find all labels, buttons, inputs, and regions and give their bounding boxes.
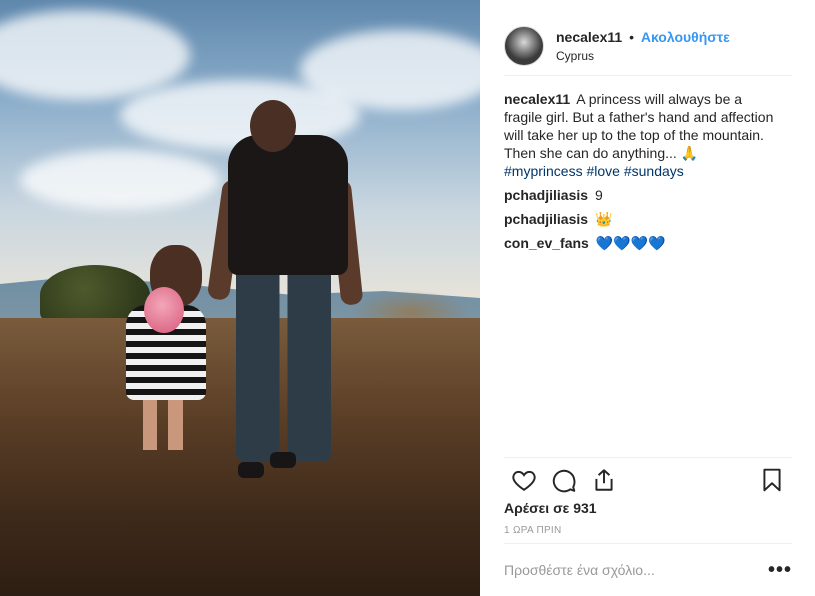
location-link[interactable]: Cyprus — [556, 48, 730, 64]
comment-item: con_ev_fans 💙💙💙💙 — [504, 234, 774, 252]
action-bar — [504, 457, 792, 501]
hashtag-link[interactable]: #myprincess — [504, 163, 583, 179]
photo-girl-legs — [143, 395, 183, 450]
comment-item: pchadjiliasis 👑 — [504, 210, 774, 228]
share-button[interactable] — [584, 460, 624, 500]
photo-shoe — [238, 462, 264, 478]
comment-username[interactable]: con_ev_fans — [504, 235, 589, 251]
add-comment-bar: ••• — [504, 543, 792, 596]
comment-input[interactable] — [504, 562, 768, 578]
share-icon — [595, 468, 613, 491]
like-button[interactable] — [504, 460, 544, 500]
comment-item: pchadjiliasis 9 — [504, 186, 774, 204]
likes-count[interactable]: Αρέσει σε 931 — [504, 500, 597, 516]
photo-cloud — [20, 150, 220, 210]
post-header: necalex11 • Ακολουθήστε Cyprus — [504, 16, 792, 76]
post-sidebar: necalex11 • Ακολουθήστε Cyprus necalex11… — [480, 0, 815, 596]
hashtag-link[interactable]: #love — [586, 163, 619, 179]
photo-man-body — [228, 135, 348, 275]
comment-text: 👑 — [594, 211, 613, 227]
photo-cloud — [0, 10, 190, 100]
header-row: necalex11 • Ακολουθήστε — [556, 28, 730, 46]
comment-icon — [552, 469, 576, 492]
instagram-post: necalex11 • Ακολουθήστε Cyprus necalex11… — [0, 0, 815, 596]
photo-girl-hat — [144, 287, 184, 333]
header-username[interactable]: necalex11 — [556, 29, 622, 45]
comment-text: 9 — [594, 187, 603, 203]
header-text: necalex11 • Ακολουθήστε Cyprus — [556, 28, 730, 64]
avatar[interactable] — [504, 25, 544, 66]
comment-text: 💙💙💙💙 — [595, 235, 666, 251]
caption-username[interactable]: necalex11 — [504, 91, 570, 107]
more-options-button[interactable]: ••• — [768, 560, 792, 580]
photo-shoe — [270, 452, 296, 468]
hashtag-link[interactable]: #sundays — [624, 163, 684, 179]
post-timestamp[interactable]: 1 ΩΡΑ ΠΡΙΝ — [504, 525, 562, 536]
photo-man-legs — [236, 262, 331, 462]
caption: necalex11 A princess will always be a fr… — [504, 90, 774, 180]
header-separator: • — [629, 28, 634, 45]
comments-list: necalex11 A princess will always be a fr… — [504, 90, 774, 258]
heart-icon — [512, 470, 536, 491]
comment-username[interactable]: pchadjiliasis — [504, 211, 588, 227]
post-photo[interactable] — [0, 0, 480, 596]
photo-man-head — [250, 100, 296, 152]
save-button[interactable] — [752, 460, 792, 500]
follow-button[interactable]: Ακολουθήστε — [641, 29, 730, 45]
bookmark-icon — [763, 468, 781, 491]
comment-username[interactable]: pchadjiliasis — [504, 187, 588, 203]
comment-button[interactable] — [544, 460, 584, 500]
